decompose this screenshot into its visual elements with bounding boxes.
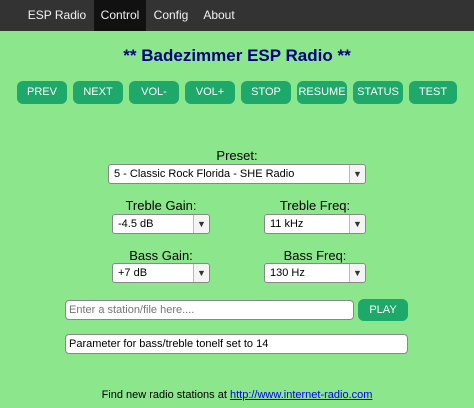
chevron-down-icon: ▼ — [349, 165, 365, 183]
footer-text: Find new radio stations at — [101, 389, 230, 401]
prev-button[interactable]: PREV — [17, 81, 67, 104]
nav-item-about[interactable]: About — [196, 0, 242, 31]
treble-gain-select[interactable]: -4.5 dB ▼ — [112, 214, 210, 234]
preset-selected-value: 5 - Classic Rock Florida - SHE Radio — [114, 168, 295, 180]
bass-gain-label: Bass Gain: — [129, 248, 193, 263]
vol-up-button[interactable]: VOL+ — [185, 81, 235, 104]
treble-gain-label: Treble Gain: — [125, 198, 197, 213]
status-button[interactable]: STATUS — [353, 81, 403, 104]
treble-freq-label: Treble Freq: — [279, 198, 351, 213]
play-button[interactable]: PLAY — [358, 299, 408, 321]
test-button[interactable]: TEST — [409, 81, 457, 104]
preset-select[interactable]: 5 - Classic Rock Florida - SHE Radio ▼ — [108, 164, 366, 184]
top-nav: ESP Radio Control Config About — [0, 0, 474, 31]
resume-button[interactable]: RESUME — [297, 81, 347, 104]
preset-label: Preset: — [216, 148, 258, 163]
next-button[interactable]: NEXT — [73, 81, 123, 104]
page-title: ** Badezimmer ESP Radio ** — [123, 46, 351, 65]
treble-gain-value: -4.5 dB — [118, 218, 154, 230]
treble-freq-value: 11 kHz — [270, 218, 304, 230]
bass-freq-label: Bass Freq: — [283, 248, 347, 263]
footer: Find new radio stations at http://www.in… — [0, 389, 474, 401]
chevron-down-icon: ▼ — [193, 215, 209, 233]
station-input[interactable]: Enter a station/file here.... — [65, 300, 354, 320]
stop-button[interactable]: STOP — [241, 81, 291, 104]
bass-gain-select[interactable]: +7 dB ▼ — [112, 263, 210, 283]
bass-freq-select[interactable]: 130 Hz ▼ — [264, 263, 366, 283]
nav-item-config[interactable]: Config — [146, 0, 196, 31]
nav-item-control[interactable]: Control — [94, 0, 146, 31]
treble-freq-select[interactable]: 11 kHz ▼ — [264, 214, 366, 234]
internet-radio-link[interactable]: http://www.internet-radio.com — [230, 389, 372, 401]
chevron-down-icon: ▼ — [193, 264, 209, 282]
bass-gain-value: +7 dB — [118, 267, 148, 279]
nav-item-esp-radio[interactable]: ESP Radio — [20, 0, 94, 31]
status-field[interactable]: Parameter for bass/treble tonelf set to … — [65, 334, 408, 354]
chevron-down-icon: ▼ — [349, 215, 365, 233]
vol-down-button[interactable]: VOL- — [129, 81, 179, 104]
bass-freq-value: 130 Hz — [270, 267, 305, 279]
chevron-down-icon: ▼ — [349, 264, 365, 282]
